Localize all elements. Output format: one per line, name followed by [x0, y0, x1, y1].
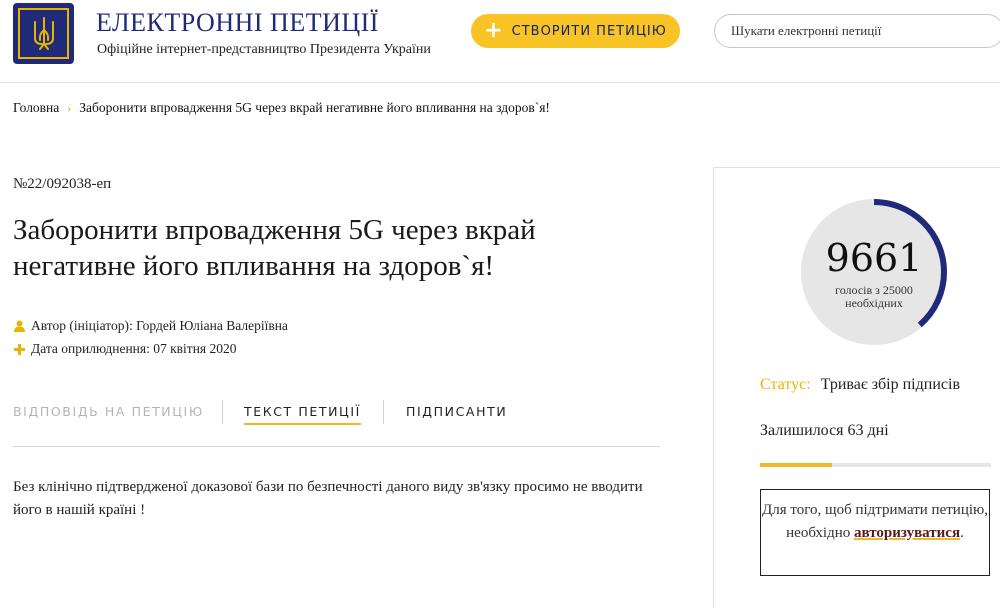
auth-notice: Для того, щоб підтримати петицію, необхі… — [760, 489, 990, 576]
petition-sidebar: 9661 голосів з 25000 необхідних Статус: Т… — [713, 167, 1000, 608]
time-progress-fill — [760, 463, 832, 467]
breadcrumb-current: Заборонити впровадження 5G через вкрай н… — [79, 100, 550, 115]
plus-icon: + — [484, 18, 504, 43]
petition-title: Заборонити впровадження 5G через вкрай н… — [13, 214, 536, 282]
auth-notice-end: . — [960, 525, 964, 541]
tab-petition-text[interactable]: ТЕКСТ ПЕТИЦІЇ — [244, 404, 361, 425]
trident-emblem — [18, 8, 69, 59]
petition-number: №22/092038-еп — [13, 176, 112, 192]
site-logo[interactable] — [13, 3, 74, 64]
user-icon — [13, 320, 25, 332]
site-subtitle: Офіційне інтернет-представництво Президе… — [97, 42, 431, 57]
author-text: Автор (ініціатор): Гордей Юліана Валерії… — [31, 318, 288, 333]
tab-divider — [222, 400, 223, 424]
trident-icon — [33, 16, 54, 50]
site-header: ЕЛЕКТРОННІ ПЕТИЦІЇ Офіційне інтернет-пре… — [0, 0, 1000, 83]
petition-author: Автор (ініціатор): Гордей Юліана Валерії… — [13, 318, 288, 334]
status-value: Триває збір підписів — [820, 376, 960, 393]
breadcrumb: Головна › Заборонити впровадження 5G через… — [13, 100, 550, 116]
vote-count: 9661 — [825, 236, 923, 280]
date-text: Дата оприлюднення: 07 квітня 2020 — [31, 341, 237, 356]
petition-body: Без клінічно підтвердженої доказової баз… — [13, 479, 643, 518]
tab-answer[interactable]: ВІДПОВІДЬ НА ПЕТИЦІЮ — [13, 404, 204, 419]
breadcrumb-home[interactable]: Головна — [13, 100, 59, 115]
vote-progress-circle: 9661 голосів з 25000 необхідних — [798, 196, 954, 352]
chevron-right-icon: › — [67, 101, 72, 115]
vote-subtitle-line2: необхідних — [845, 296, 903, 310]
site-title[interactable]: ЕЛЕКТРОННІ ПЕТИЦІЇ — [96, 8, 379, 38]
time-remaining: Залишилося 63 дні — [760, 422, 889, 439]
tab-divider — [383, 400, 384, 424]
tab-signers[interactable]: ПІДПИСАНТИ — [406, 404, 507, 419]
petition-status: Статус: Триває збір підписів — [760, 376, 960, 394]
petition-tabs: ВІДПОВІДЬ НА ПЕТИЦІЮ ТЕКСТ ПЕТИЦІЇ ПІДПИ… — [13, 396, 660, 447]
vote-subtitle: голосів з 25000 необхідних — [798, 284, 950, 310]
login-link[interactable]: авторизуватися — [854, 525, 960, 541]
status-label: Статус: — [760, 376, 811, 393]
plus-icon — [13, 343, 25, 355]
search-input[interactable] — [714, 14, 1000, 48]
time-progress-bar — [760, 463, 991, 467]
create-petition-label: СТВОРИТИ ПЕТИЦІЮ — [511, 23, 667, 39]
create-petition-button[interactable]: + СТВОРИТИ ПЕТИЦІЮ — [471, 14, 680, 48]
petition-date: Дата оприлюднення: 07 квітня 2020 — [13, 341, 237, 357]
